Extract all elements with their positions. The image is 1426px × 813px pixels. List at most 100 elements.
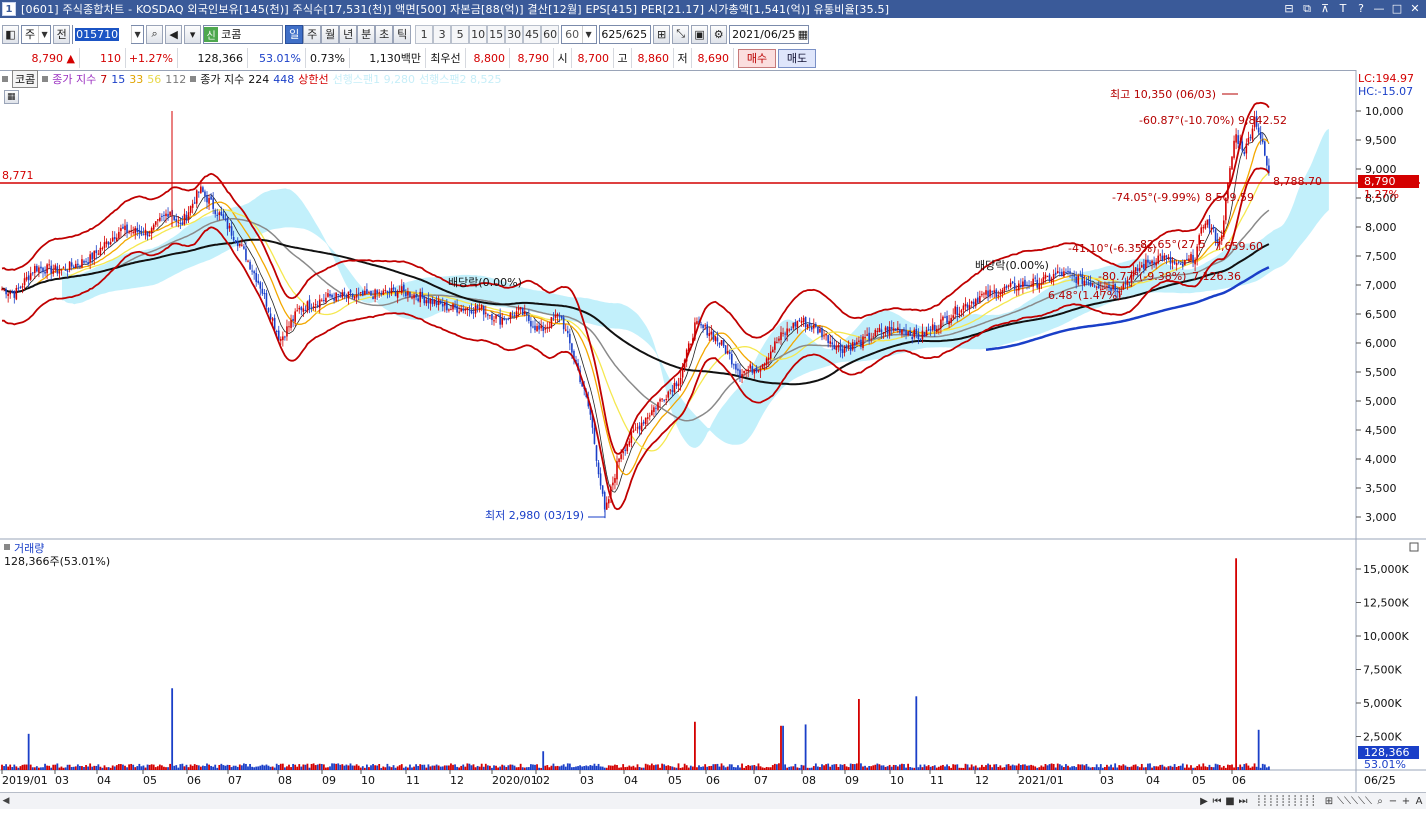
volume-bar [21, 764, 24, 770]
candle-body [952, 315, 954, 318]
price-chart[interactable]: 8,771 10,0009,5009,0008,5008,0007,5007,0… [0, 70, 1426, 792]
interval-30[interactable]: 30 [505, 24, 524, 44]
stock-code-combo[interactable]: 015710 ▼ [72, 24, 145, 44]
interval-45[interactable]: 45 [523, 24, 542, 44]
volume-bar [415, 764, 417, 770]
candle-body [993, 290, 995, 293]
ruler-icon[interactable]: ┊┊┊┊┊┊┊┊┊┊ [1251, 796, 1321, 807]
pin-icon[interactable]: ⊼ [1318, 2, 1332, 16]
prev-button[interactable]: 전 [53, 24, 71, 44]
interval-5[interactable]: 5 [451, 24, 470, 44]
window-list-icon[interactable]: ⧉ [1300, 2, 1314, 16]
close-icon[interactable]: ✕ [1408, 2, 1422, 16]
tab-yearly[interactable]: 년 [339, 24, 358, 44]
volume-bar [394, 767, 397, 770]
buy-button[interactable]: 매수 [738, 48, 776, 68]
volume-bar [249, 763, 251, 770]
candle-body [636, 427, 639, 429]
candle-body [40, 266, 42, 269]
volume-tick-label: 7,500K [1363, 664, 1402, 677]
bottom-scrollbar[interactable]: ◀ ▶ ⏮ ■ ⏭ ┊┊┊┊┊┊┊┊┊┊ ⊞ ⟍⟍⟍⟍⟍ ⌕ − + A [0, 792, 1426, 809]
volume-bar [1001, 767, 1004, 770]
draw-tools-icon[interactable]: ⟍⟍⟍⟍⟍ [1337, 796, 1372, 807]
tab-minute[interactable]: 분 [357, 24, 376, 44]
volume-bar [917, 767, 920, 770]
scroll-left-icon[interactable]: ◀ [0, 796, 12, 806]
gear-icon[interactable]: ⚙ [710, 24, 728, 44]
volume-bar [156, 766, 159, 770]
panel-close-icon[interactable] [1409, 542, 1419, 552]
candle-body [36, 265, 38, 272]
play-icon[interactable]: ▶ [1199, 796, 1209, 807]
minimize-icon[interactable]: — [1372, 2, 1386, 16]
tab-second[interactable]: 초 [375, 24, 394, 44]
chevron-down-icon[interactable]: ▼ [131, 25, 143, 43]
volume-bar [165, 767, 167, 770]
volume-bar [542, 751, 545, 770]
interval-15[interactable]: 15 [487, 24, 506, 44]
sell-button[interactable]: 매도 [778, 48, 816, 68]
candle-body [1175, 263, 1178, 266]
font-icon[interactable]: A [1414, 796, 1424, 807]
stock-name-box[interactable]: 신 코콤 [203, 24, 284, 44]
tab-monthly[interactable]: 월 [321, 24, 340, 44]
search-icon[interactable]: ⌕ [146, 24, 164, 44]
volume-bar [585, 765, 588, 770]
zoom-icon[interactable]: ⌕ [1375, 796, 1385, 807]
candle-body [538, 325, 540, 330]
custom-interval-combo[interactable]: 60 ▼ [561, 24, 598, 44]
volume-bar [907, 763, 909, 770]
save-icon[interactable]: ▣ [691, 24, 709, 44]
candle-body [271, 318, 274, 321]
layout-icon[interactable]: ⊟ [1282, 2, 1296, 16]
forward-icon[interactable]: ⏭ [1238, 796, 1248, 807]
candle-body [335, 292, 337, 301]
type-combo[interactable]: 주 ▼ [21, 24, 52, 44]
volume-bar [763, 767, 766, 770]
candle-body [31, 272, 34, 274]
candle-body [997, 295, 1000, 297]
interval-10[interactable]: 10 [469, 24, 488, 44]
maximize-icon[interactable]: □ [1390, 2, 1404, 16]
volume-bar [831, 764, 834, 770]
calendar-icon[interactable]: ▦ [798, 28, 808, 41]
chart-config-icon[interactable]: ◧ [2, 24, 19, 44]
candle-body [1075, 276, 1077, 283]
volume-bar [1040, 765, 1043, 770]
interval-3[interactable]: 3 [433, 24, 452, 44]
stop-icon[interactable]: ■ [1225, 796, 1235, 807]
angle-value-5: 7,126.36 [1192, 270, 1241, 283]
interval-60[interactable]: 60 [541, 24, 560, 44]
date-field[interactable]: 2021/06/25 ▦ [729, 24, 810, 44]
volume-bar [142, 765, 145, 770]
volume-bar [308, 767, 311, 770]
layout-icon[interactable]: ⊞ [1324, 796, 1334, 807]
volume-bar [601, 766, 604, 770]
candle-body [464, 309, 467, 311]
tab-daily[interactable]: 일 [285, 24, 304, 44]
volume-bar [794, 763, 797, 770]
candle-body [851, 342, 854, 350]
candle-body [52, 270, 55, 274]
plus-icon[interactable]: + [1401, 796, 1411, 807]
candle-body [981, 293, 983, 296]
sound-icon[interactable]: ◀ [165, 24, 183, 44]
text-icon[interactable]: T [1336, 2, 1350, 16]
rewind-icon[interactable]: ⏮ [1212, 796, 1222, 807]
data-counter[interactable]: 625/625 [599, 24, 652, 44]
grid-tool-icon[interactable]: ⊞ [653, 24, 671, 44]
dropdown-icon[interactable]: ▾ [184, 24, 202, 44]
help-icon[interactable]: ? [1354, 2, 1368, 16]
volume-title[interactable]: 거래량 [14, 542, 44, 555]
candle-body [21, 286, 24, 288]
interval-1[interactable]: 1 [415, 24, 434, 44]
trend-tool-icon[interactable]: ⤡ [672, 24, 690, 44]
minus-icon[interactable]: − [1388, 796, 1398, 807]
tab-tick[interactable]: 틱 [393, 24, 412, 44]
candle-body [482, 305, 485, 315]
volume-bar [819, 767, 821, 770]
stock-code-input[interactable]: 015710 [73, 24, 132, 44]
volume-bar [472, 764, 475, 770]
tab-weekly[interactable]: 주 [303, 24, 322, 44]
candle-body [700, 324, 702, 326]
